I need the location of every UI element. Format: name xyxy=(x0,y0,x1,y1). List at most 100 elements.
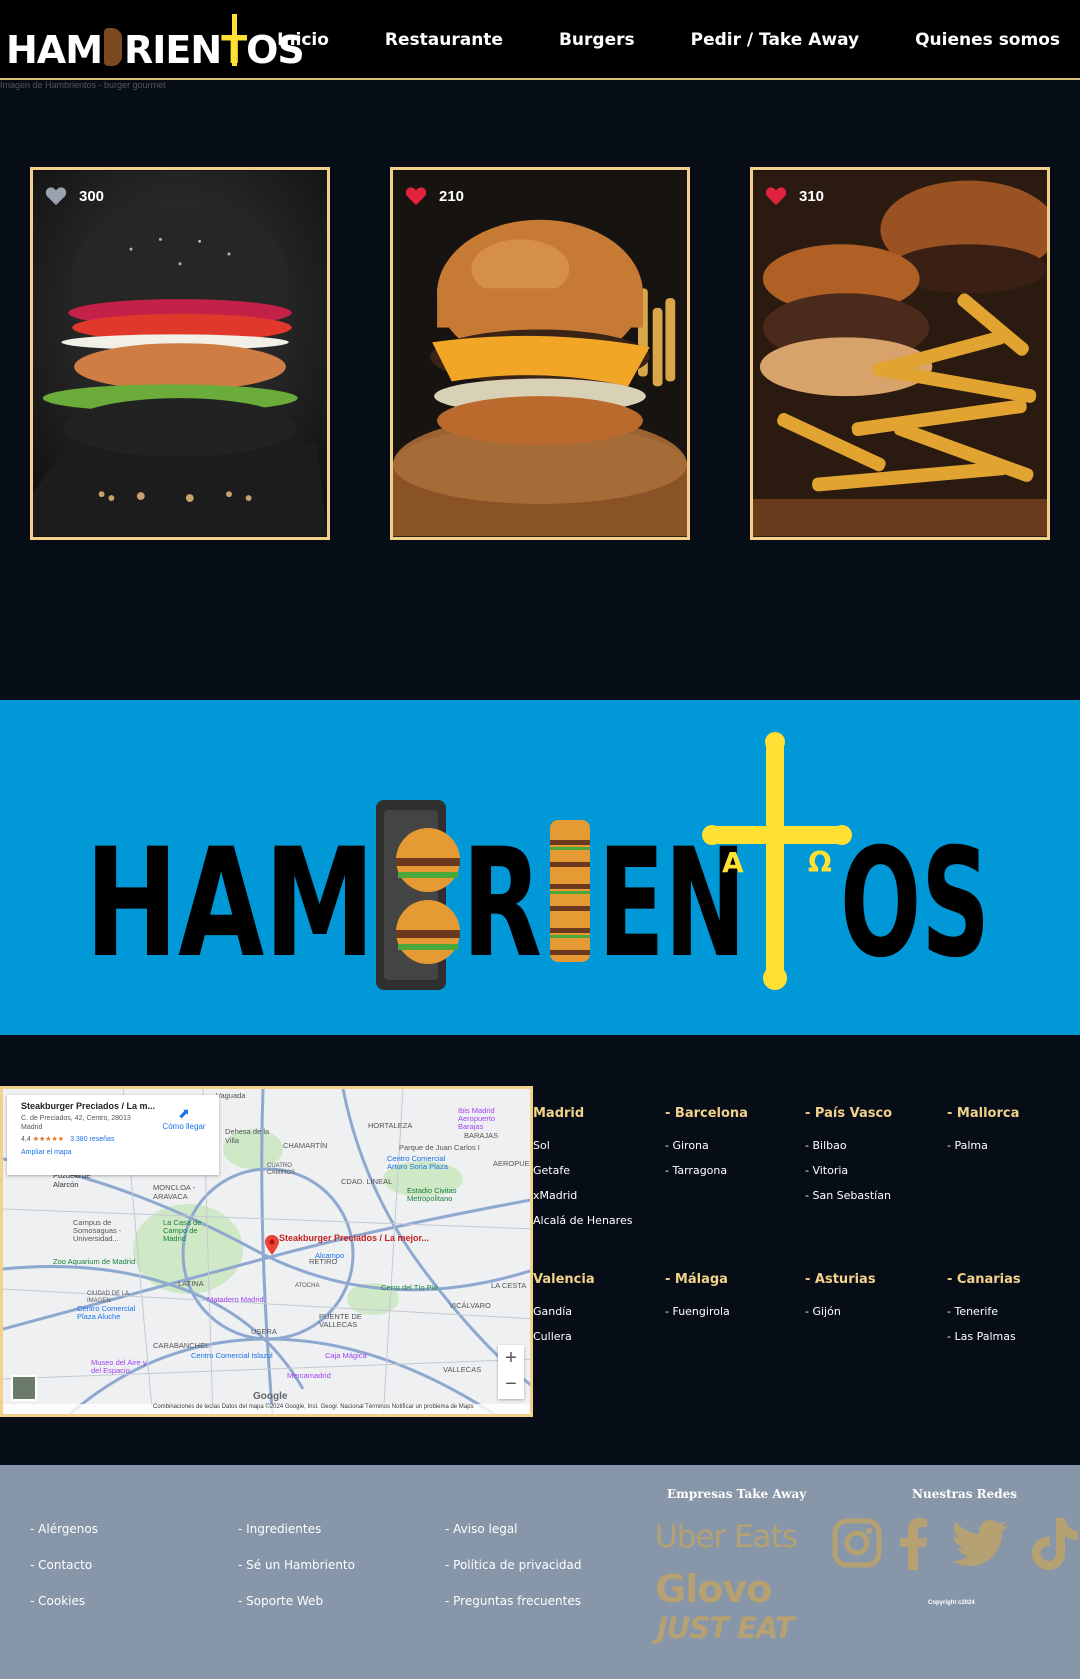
map-reviews-link[interactable]: 3.380 reseñas xyxy=(70,1136,114,1143)
nav-restaurante[interactable]: Restaurante xyxy=(385,30,503,50)
city-link[interactable]: - Tenerife xyxy=(947,1305,1021,1318)
footer-link-preguntas[interactable]: - Preguntas frecuentes xyxy=(445,1594,581,1608)
like-counter[interactable]: 310 xyxy=(765,186,824,206)
site-logo[interactable]: HAM RIEN T OS xyxy=(6,10,305,72)
map-place-label: CARABANCHEL xyxy=(153,1341,210,1350)
banner-logo: HAM R EN A Ω OS xyxy=(85,732,990,991)
city-group-canarias: - Canarias - Tenerife - Las Palmas xyxy=(947,1272,1021,1355)
city-link[interactable]: - Girona xyxy=(665,1139,748,1152)
region-heading[interactable]: Valencia xyxy=(533,1272,595,1287)
burger-stack-icon xyxy=(550,820,590,962)
just-eat-logo[interactable]: JUST EAT xyxy=(657,1611,794,1645)
gray-heart-icon[interactable] xyxy=(45,186,67,206)
map-pin-icon[interactable] xyxy=(265,1235,279,1255)
uber-eats-logo[interactable]: Uber Eats xyxy=(655,1519,798,1555)
map-place-label: Ibis Madrid Aeropuerto Barajas xyxy=(458,1106,496,1131)
region-heading[interactable]: - Mallorca xyxy=(947,1106,1019,1121)
burger-card[interactable]: 300 xyxy=(30,167,330,540)
map-place-label: LATINA xyxy=(178,1279,204,1288)
broken-image: Imagen de Hambrientos - burger gourmet xyxy=(0,80,166,90)
map-place-label: La Casa de Campo de Madrid xyxy=(163,1218,202,1243)
map-place-label: VICÁLVARO xyxy=(449,1301,491,1310)
city-link[interactable]: - Tarragona xyxy=(665,1164,748,1177)
map-address: C. de Preciados, 42, Centro, 28013 Madri… xyxy=(21,1115,131,1131)
like-counter[interactable]: 300 xyxy=(45,186,104,206)
google-map[interactable]: Vaguada HORTALEZA Ibis Madrid Aeropuerto… xyxy=(0,1086,533,1417)
city-link[interactable]: - Fuengirola xyxy=(665,1305,730,1318)
map-place-label: Mercamadrid xyxy=(287,1371,331,1380)
map-place-label: CHAMARTÍN xyxy=(283,1141,328,1150)
main-nav: Inicio Restaurante Burgers Pedir / Take … xyxy=(277,0,1060,80)
region-heading[interactable]: Madrid xyxy=(533,1106,632,1121)
city-link[interactable]: Cullera xyxy=(533,1330,595,1343)
map-place-label: CUATRO CAMINOS xyxy=(267,1163,296,1176)
red-heart-icon[interactable] xyxy=(405,186,427,206)
region-heading[interactable]: - Barcelona xyxy=(665,1106,748,1121)
facebook-icon[interactable] xyxy=(900,1518,928,1570)
footer-link-contacto[interactable]: - Contacto xyxy=(30,1558,92,1572)
map-place-label: PUENTE DE VALLECAS xyxy=(319,1312,362,1329)
footer-link-aviso-legal[interactable]: - Aviso legal xyxy=(445,1522,518,1536)
asturias-cross-icon: T xyxy=(221,14,247,72)
map-place-label: Museo del Aire y del Espacio xyxy=(91,1358,147,1375)
footer-link-ingredientes[interactable]: - Ingredientes xyxy=(238,1522,321,1536)
city-link[interactable]: - San Sebastían xyxy=(805,1189,892,1202)
city-link[interactable]: Getafe xyxy=(533,1164,632,1177)
footer-link-alergenos[interactable]: - Alérgenos xyxy=(30,1522,98,1536)
city-link[interactable]: - Gijón xyxy=(805,1305,876,1318)
map-place-label: Zoo Aquarium de Madrid xyxy=(53,1257,136,1266)
site-footer: - Alérgenos - Contacto - Cookies - Ingre… xyxy=(0,1465,1080,1679)
city-link[interactable]: - Palma xyxy=(947,1139,1019,1152)
nav-pedir-take-away[interactable]: Pedir / Take Away xyxy=(691,30,859,50)
city-link[interactable]: xMadrid xyxy=(533,1189,632,1202)
burger-card[interactable]: 310 xyxy=(750,167,1050,540)
city-group-malaga: - Málaga - Fuengirola xyxy=(665,1272,730,1330)
zoom-out-button[interactable]: − xyxy=(498,1371,524,1397)
footer-link-soporte-web[interactable]: - Soporte Web xyxy=(238,1594,323,1608)
region-heading[interactable]: - Asturias xyxy=(805,1272,876,1287)
footer-link-se-un-hambriento[interactable]: - Sé un Hambriento xyxy=(238,1558,355,1572)
map-place-label: Centro Comercial Islazul xyxy=(191,1351,273,1360)
red-heart-icon[interactable] xyxy=(765,186,787,206)
region-heading[interactable]: - Canarias xyxy=(947,1272,1021,1287)
nav-quienes-somos[interactable]: Quienes somos xyxy=(915,30,1060,50)
map-place-label: AEROPUERT xyxy=(493,1159,530,1168)
instagram-icon[interactable] xyxy=(832,1518,882,1568)
footer-link-privacidad[interactable]: - Política de privacidad xyxy=(445,1558,581,1572)
enlarge-map-link[interactable]: Ampliar el mapa xyxy=(21,1149,205,1156)
burger-fries-image xyxy=(753,170,1047,537)
map-credits[interactable]: Combinaciones de teclas Datos del mapa ©… xyxy=(3,1404,530,1414)
footer-link-cookies[interactable]: - Cookies xyxy=(30,1594,85,1608)
city-group-asturias: - Asturias - Gijón xyxy=(805,1272,876,1330)
burger-card[interactable]: 210 xyxy=(390,167,690,540)
map-place-label: Parque de Juan Carlos I xyxy=(399,1143,480,1152)
like-count: 300 xyxy=(79,187,105,205)
tiktok-icon[interactable] xyxy=(1032,1518,1078,1570)
site-header: HAM RIEN T OS Inicio Restaurante Burgers Pe… xyxy=(0,0,1080,80)
twitter-icon[interactable] xyxy=(952,1520,1008,1566)
city-link[interactable]: Sol xyxy=(533,1139,632,1152)
city-link[interactable]: Alcalá de Henares xyxy=(533,1214,632,1227)
city-link[interactable]: - Bilbao xyxy=(805,1139,892,1152)
like-counter[interactable]: 210 xyxy=(405,186,464,206)
logo-part: RIEN xyxy=(124,28,222,72)
zoom-in-button[interactable]: + xyxy=(498,1345,524,1371)
map-place-label: HORTALEZA xyxy=(368,1121,413,1130)
city-group-madrid: Madrid Sol Getafe xMadrid Alcalá de Henares xyxy=(533,1106,632,1239)
google-logo: Google xyxy=(253,1391,288,1402)
region-heading[interactable]: - Málaga xyxy=(665,1272,730,1287)
city-link[interactable]: - Vitoria xyxy=(805,1164,892,1177)
directions-button[interactable]: ⬈ Cómo llegar xyxy=(159,1105,209,1131)
map-place-label: LA CESTA xyxy=(491,1281,527,1290)
satellite-toggle[interactable] xyxy=(11,1375,37,1401)
copyright-text: Copyright c2024 xyxy=(928,1600,975,1606)
glovo-logo[interactable]: Glovo xyxy=(655,1567,772,1611)
map-pin-label: Steakburger Preciados / La mejor... xyxy=(279,1233,430,1243)
city-link[interactable]: Gandía xyxy=(533,1305,595,1318)
nav-inicio[interactable]: Inicio xyxy=(277,30,329,50)
nav-burgers[interactable]: Burgers xyxy=(559,30,635,50)
map-place-label: Centro Comercial Arturo Soria Plaza xyxy=(387,1154,448,1171)
cheeseburger-image xyxy=(393,170,687,537)
region-heading[interactable]: - País Vasco xyxy=(805,1106,892,1121)
city-link[interactable]: - Las Palmas xyxy=(947,1330,1021,1343)
